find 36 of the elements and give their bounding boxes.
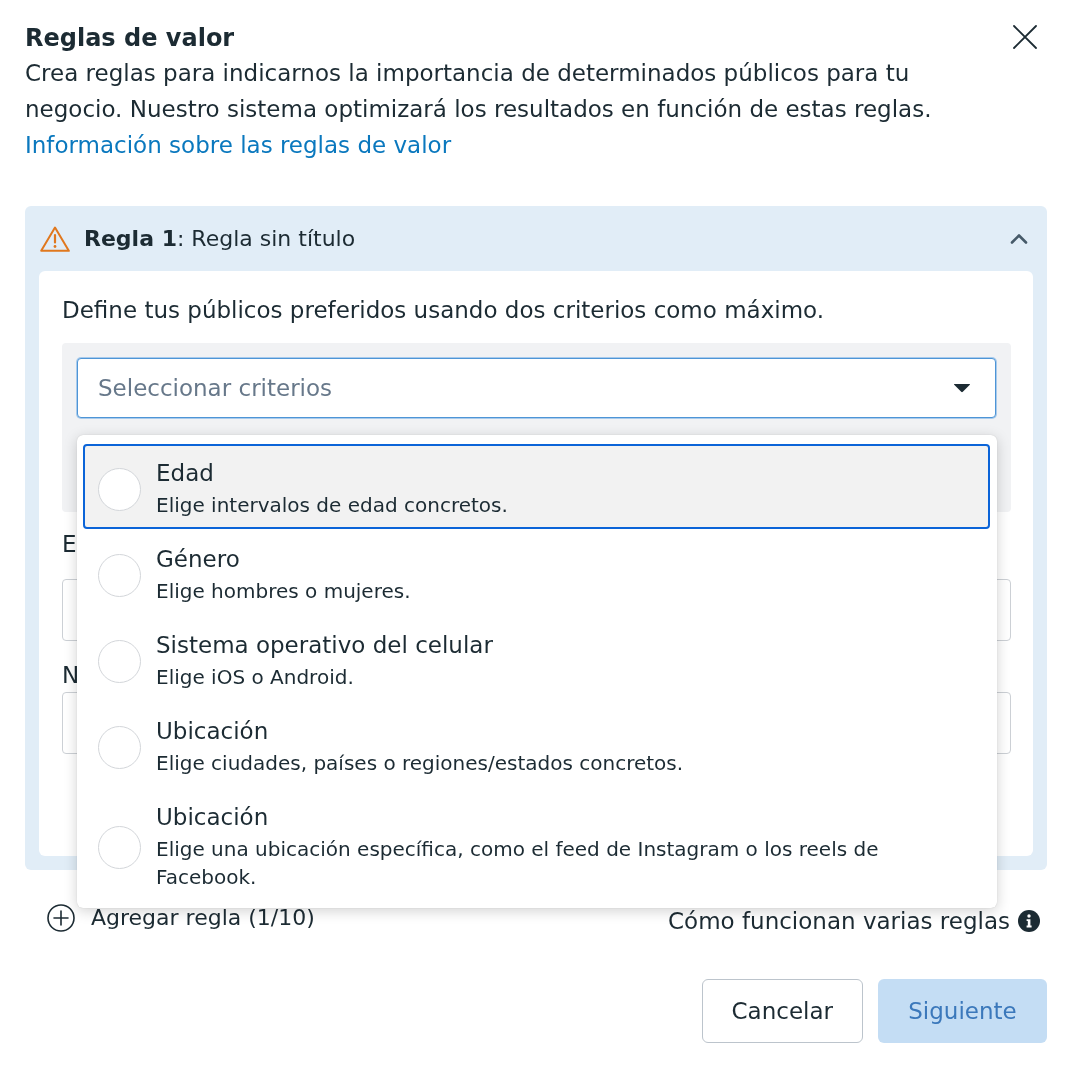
option-title: Edad (156, 459, 215, 487)
plus-circle-icon (47, 904, 75, 932)
field-label: E (62, 532, 77, 556)
option-title: Sistema operativo del celular (156, 631, 493, 659)
criteria-option[interactable]: Ubicación Elige una ubicación específica, como el feed de Instagram o los reels de Facebook. (83, 788, 990, 901)
option-description: Elige iOS o Android. (156, 664, 355, 691)
help-text: Cómo funcionan varias reglas (668, 909, 1010, 933)
option-title: Ubicación (156, 803, 270, 831)
option-description: Elige intervalos de edad concretos. (156, 492, 508, 519)
option-description: Elige una ubicación específica, como el feed de Instagram o los reels de Facebook. (156, 836, 880, 891)
radio-button[interactable] (98, 467, 141, 511)
criteria-option[interactable]: Ubicación Elige ciudades, países o regiones/estados concretos. (83, 702, 990, 787)
radio-button[interactable] (98, 553, 141, 597)
criteria-option[interactable]: Género Elige hombres o mujeres. (83, 530, 990, 615)
cancel-button[interactable]: Cancelar (701, 979, 863, 1043)
instruction-text: Define tus públicos preferidos usando dos criterios como máximo. (62, 296, 826, 324)
rule-title: Regla 1: Regla sin título (84, 226, 356, 251)
criteria-select[interactable]: Seleccionar criterios (77, 358, 996, 418)
dialog-title: Reglas de valor (25, 23, 235, 54)
caret-down-icon (953, 383, 971, 393)
option-description: Elige hombres o mujeres. (156, 578, 411, 605)
value-rules-link[interactable]: Información sobre las reglas de valor (25, 127, 452, 163)
criteria-option[interactable]: Edad Elige intervalos de edad concretos. (83, 444, 990, 529)
radio-button[interactable] (98, 639, 141, 683)
info-icon[interactable] (1018, 910, 1040, 932)
option-title: Género (156, 545, 241, 573)
chevron-up-icon[interactable] (1010, 233, 1028, 244)
option-title: Ubicación (156, 717, 270, 745)
close-icon[interactable] (1013, 25, 1037, 49)
radio-button[interactable] (98, 725, 141, 769)
criteria-option[interactable]: Sistema operativo del celular Elige iOS o Android. (83, 616, 990, 701)
add-rule-button[interactable]: Agregar regla (1/10) (47, 903, 315, 933)
field-label: N (62, 663, 80, 687)
radio-button[interactable] (98, 825, 141, 869)
dialog-description: Crea reglas para indicarnos la importancia de determinados públicos para tu negocio. Nuestro sistema optimizará los resultados en función de estas reglas. (25, 59, 933, 124)
option-description: Elige ciudades, países o regiones/estados concretos. (156, 750, 684, 777)
